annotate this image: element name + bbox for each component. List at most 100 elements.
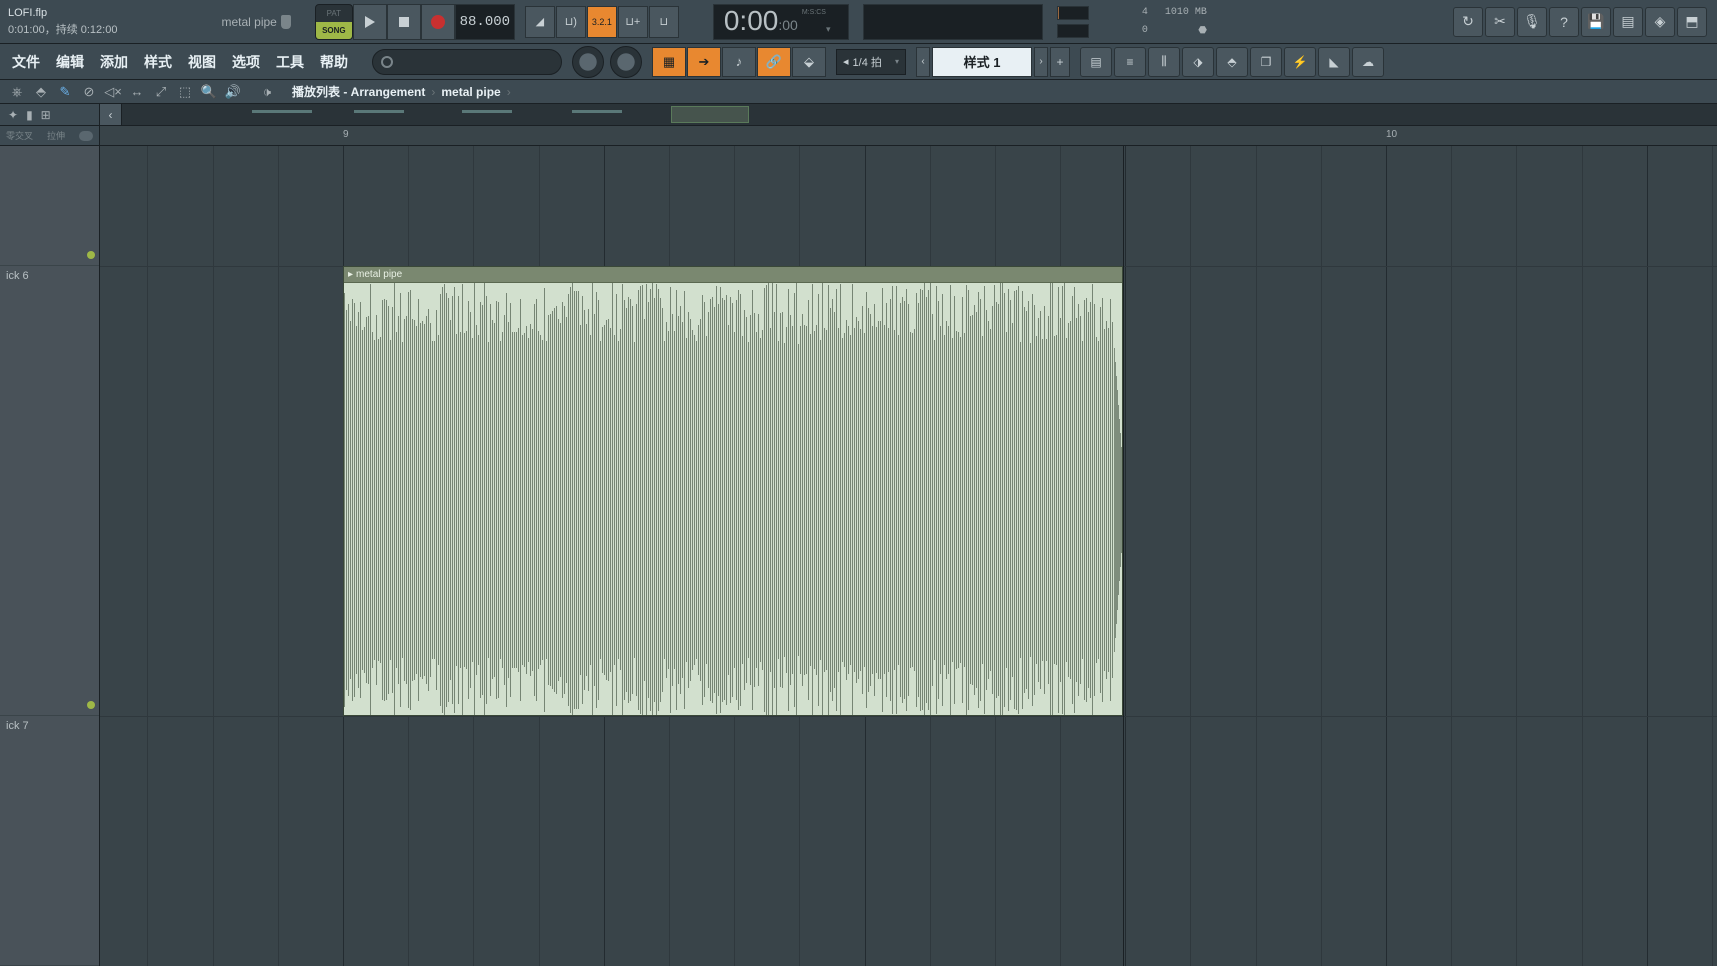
step-mode-button[interactable]: ⊔+ [618, 6, 648, 38]
help-button[interactable]: ? [1549, 7, 1579, 37]
render-button[interactable]: ◈ [1645, 7, 1675, 37]
metronome-button[interactable]: ◢ [525, 6, 555, 38]
main-volume-button[interactable]: ✂ [1485, 7, 1515, 37]
menu-view[interactable]: 视图 [180, 46, 224, 78]
speaker-icon[interactable]: 🕩 [258, 83, 276, 101]
window-buttons: ▤ ≡ ⫼ ⬗ ⬘ ❐ ⚡ ◣ ☁ [1080, 47, 1384, 77]
playlist-window-button[interactable]: ▤ [1080, 47, 1112, 77]
time-dropdown-icon[interactable]: ▾ [826, 24, 838, 35]
visualizer-panel[interactable] [863, 4, 1043, 40]
search-input[interactable] [372, 49, 562, 75]
menu-tools[interactable]: 工具 [268, 46, 312, 78]
time-display[interactable]: 0:00 :00 M:S:CS ▾ [713, 4, 849, 40]
record-button[interactable] [421, 4, 455, 40]
playback-tool-icon[interactable]: 🔊 [224, 83, 242, 101]
track-spacer-top [0, 146, 99, 266]
time-main: 0:00 [724, 5, 779, 37]
mixer-window-button[interactable]: ⬗ [1182, 47, 1214, 77]
wait-input-button[interactable]: ⊔) [556, 6, 586, 38]
piano-roll-button[interactable]: ♪ [722, 47, 756, 77]
piano-window-button[interactable]: ≡ [1114, 47, 1146, 77]
menu-options[interactable]: 选项 [224, 46, 268, 78]
more-button[interactable]: ⬒ [1677, 7, 1707, 37]
move-icon[interactable]: ✦ [8, 108, 18, 122]
audio-clip[interactable]: ▸metal pipe [343, 266, 1123, 716]
select-tool-icon[interactable]: ⬚ [176, 83, 194, 101]
scroll-left-button[interactable]: ‹ [100, 104, 122, 125]
countdown-button[interactable]: 3.2.1 [587, 6, 617, 38]
track-canvas[interactable]: ▸metal pipe [100, 146, 1717, 966]
draw-tool-icon[interactable]: ✎ [56, 83, 74, 101]
menubar: 文件 编辑 添加 样式 视图 选项 工具 帮助 ▦ ➔ ♪ 🔗 ⬙ ◂ 1/4 … [0, 44, 1717, 80]
slip-tool-icon[interactable]: ↔ [128, 83, 146, 101]
pat-mode-button[interactable]: PAT [316, 5, 352, 22]
link-button[interactable]: 🔗 [757, 47, 791, 77]
track-7-label: ick 7 [6, 720, 29, 732]
song-mode-button[interactable]: SONG [316, 22, 352, 39]
channel-rack-button[interactable]: ⬙ [792, 47, 826, 77]
tool-button[interactable]: ◣ [1318, 47, 1350, 77]
ruler-toggle[interactable] [79, 131, 93, 141]
copy-button[interactable]: ❐ [1250, 47, 1282, 77]
save-button[interactable]: 💾 [1581, 7, 1611, 37]
close-windows-button[interactable]: ☁ [1352, 47, 1384, 77]
memory-value: 1010 MB [1152, 7, 1207, 18]
undo-history-button[interactable]: ↻ [1453, 7, 1483, 37]
track-6-header[interactable]: ick 6 [0, 266, 99, 716]
stop-button[interactable] [387, 4, 421, 40]
breadcrumb-root[interactable]: 播放列表 - Arrangement [292, 83, 425, 100]
pattern-add-button[interactable]: + [1050, 47, 1070, 77]
transport-controls: PAT SONG 88.000 [315, 4, 515, 40]
track-sidebar: ick 6 ick 7 [0, 146, 100, 966]
snap-selector[interactable]: ◂ 1/4 拍 ▾ [836, 49, 906, 75]
track-enable-dot[interactable] [87, 251, 95, 259]
tempo-display[interactable]: 88.000 [455, 4, 515, 40]
overview-left-tools: ✦ ▮ ⊞ [0, 104, 100, 125]
grid-icon[interactable]: ⊞ [41, 108, 51, 122]
disable-icon[interactable]: ⊘ [80, 83, 98, 101]
slice-tool-icon[interactable]: ⤢ [152, 83, 170, 101]
arrow-button[interactable]: ➔ [687, 47, 721, 77]
breadcrumb-current[interactable]: metal pipe [441, 85, 500, 99]
timeline-ruler: 零交叉 拉伸 910 [0, 126, 1717, 146]
marker-icon[interactable]: ▮ [26, 108, 33, 122]
pattern-selector: ‹ 样式 1 › + [916, 47, 1070, 77]
export-button[interactable]: ▤ [1613, 7, 1643, 37]
titlebar: LOFI.flp 0:01:00，持续 0:12:00 metal pipe P… [0, 0, 1717, 44]
menu-help[interactable]: 帮助 [312, 46, 356, 78]
stop-icon [399, 17, 409, 27]
plugin-button[interactable]: ⚡ [1284, 47, 1316, 77]
cpu-meter [1057, 6, 1089, 20]
zoom-tool-icon[interactable]: 🔍 [200, 83, 218, 101]
ruler-label-2: 拉伸 [47, 129, 65, 142]
midi-button[interactable]: 🎙 [1517, 7, 1547, 37]
overview-panel[interactable] [122, 104, 1717, 125]
menu-file[interactable]: 文件 [4, 46, 48, 78]
mute-tool-icon[interactable]: ◁× [104, 83, 122, 101]
pat-song-toggle[interactable]: PAT SONG [315, 4, 353, 40]
menu-patterns[interactable]: 样式 [136, 46, 180, 78]
browser-window-button[interactable]: ⬘ [1216, 47, 1248, 77]
title-info: LOFI.flp 0:01:00，持续 0:12:00 [4, 7, 117, 37]
track-area: ick 6 ick 7 ▸metal pipe [0, 146, 1717, 966]
pattern-prev-button[interactable]: ‹ [916, 47, 930, 77]
channel-window-button[interactable]: ⫼ [1148, 47, 1180, 77]
track-6-enable-dot[interactable] [87, 701, 95, 709]
master-volume-knob[interactable] [610, 46, 642, 78]
track-7-header[interactable]: ick 7 [0, 716, 99, 966]
menu-edit[interactable]: 编辑 [48, 46, 92, 78]
overview-strip: ✦ ▮ ⊞ ‹ [0, 104, 1717, 126]
menu-add[interactable]: 添加 [92, 46, 136, 78]
clip-name: metal pipe [356, 269, 402, 280]
tag-icon[interactable]: ⬘ [32, 83, 50, 101]
pattern-next-button[interactable]: › [1034, 47, 1048, 77]
hint-panel: metal pipe [221, 15, 290, 29]
ruler-track[interactable]: 910 [100, 126, 1717, 145]
magnet-snap-icon[interactable]: ⎈ [8, 83, 26, 101]
play-button[interactable] [353, 4, 387, 40]
knob-group [572, 46, 642, 78]
master-pitch-knob[interactable] [572, 46, 604, 78]
pattern-name[interactable]: 样式 1 [932, 47, 1032, 77]
playlist-view-button[interactable]: ▦ [652, 47, 686, 77]
loop-record-button[interactable]: ⊔ [649, 6, 679, 38]
